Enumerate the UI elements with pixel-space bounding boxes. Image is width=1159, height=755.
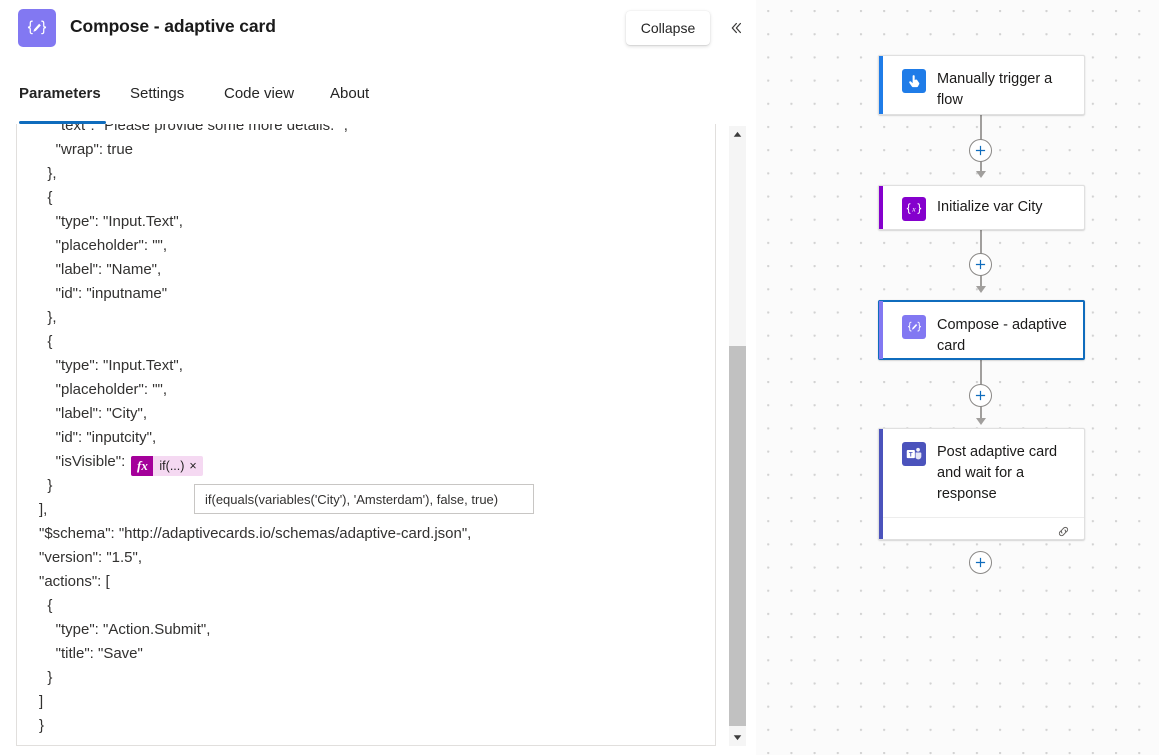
node-title: Manually trigger a flow [937,71,1053,108]
code-line: }, [39,165,57,182]
code-line: "label": "Name", [39,261,162,278]
node-row: T Post adaptive card and wait for a resp… [879,429,1084,517]
code-lines: "text": "Please provide some more detail… [17,124,715,738]
fx-icon: fx [131,456,154,476]
code-line: }, [39,309,57,326]
node-row: x Initialize var City [879,186,1084,231]
code-line: { [39,597,53,614]
node-accent-bar [879,56,883,114]
svg-text:x: x [911,205,916,214]
link-chain-icon[interactable] [1056,524,1071,544]
code-line: "label": "City", [39,405,147,422]
code-line: { [39,333,53,350]
node-accent-bar [879,301,883,359]
code-line: "wrap": true [39,141,134,158]
tab-label: Parameters [19,85,101,102]
variable-braces-x-icon: x [902,197,926,221]
code-line: "$schema": "http://adaptivecards.io/sche… [39,525,472,542]
json-code-editor[interactable]: "text": "Please provide some more detail… [16,124,716,746]
tab-label: Code view [224,85,295,102]
panel-tabs: Parameters Settings Code view About [0,84,756,124]
code-line: "actions": [ [39,573,110,590]
code-line: "id": "inputname" [39,285,168,302]
code-line: "version": "1.5", [39,549,143,566]
tab-label: Settings [130,85,185,102]
triangle-down-icon[interactable] [729,729,746,746]
scrollbar-thumb[interactable] [729,346,746,726]
flow-node-manually-trigger-a-flow[interactable]: Manually trigger a flow [878,55,1085,115]
manual-trigger-hand-icon [902,69,926,93]
page-title: Compose - adaptive card [70,16,276,36]
tab-code-view[interactable]: Code view [224,84,294,124]
code-line-text: "isVisible": [39,453,130,470]
node-row: Manually trigger a flow [879,56,1084,123]
node-row: Compose - adaptive card [880,302,1083,369]
node-title: Post adaptive card and wait for a respon… [937,444,1058,502]
add-step-button-2[interactable] [969,253,992,276]
details-panel: Compose - adaptive card Collapse Paramet… [0,0,756,755]
code-line: "placeholder": "", [39,381,168,398]
tab-about[interactable]: About [330,84,369,124]
code-line: "type": "Action.Submit", [39,621,211,638]
compose-braces-pencil-icon [18,9,56,47]
formula-tooltip: if(equals(variables('City'), 'Amsterdam'… [194,484,534,514]
code-scrollbar[interactable] [729,126,746,746]
code-line-isvisible: "isVisible": fx if(...) × [17,450,715,476]
formula-token-label: if(...) [159,459,185,473]
code-line: "text": "Please provide some more detail… [39,124,348,134]
panel-header: Compose - adaptive card Collapse [0,0,756,60]
arrowhead-2 [976,286,986,293]
app-root: Manually trigger a flow x Initialize var… [0,0,1159,755]
add-step-button-3[interactable] [969,384,992,407]
code-line: } [39,717,45,734]
code-line: "type": "Input.Text", [39,213,183,230]
code-line: { [39,189,53,206]
tab-label: About [330,85,370,102]
node-footer [879,517,1084,550]
node-title: Compose - adaptive card [937,317,1067,354]
formula-token[interactable]: fx if(...) × [131,456,203,476]
add-step-button-1[interactable] [969,139,992,162]
node-title: Initialize var City [937,199,1043,215]
tab-settings[interactable]: Settings [130,84,184,124]
node-accent-bar [879,186,883,229]
formula-token-remove-icon[interactable]: × [189,456,202,476]
code-line: "type": "Input.Text", [39,357,183,374]
code-line: "title": "Save" [39,645,143,662]
compose-braces-pencil-icon [902,315,926,339]
flow-node-post-adaptive-card-and-wait[interactable]: T Post adaptive card and wait for a resp… [878,428,1085,540]
microsoft-teams-icon: T [902,442,926,466]
tab-parameters[interactable]: Parameters [19,84,106,124]
flow-node-initialize-var-city[interactable]: x Initialize var City [878,185,1085,230]
node-accent-bar [879,429,883,539]
triangle-up-icon[interactable] [729,126,746,143]
arrowhead-3 [976,418,986,425]
code-line: } [39,669,53,686]
code-line: ] [39,693,44,710]
collapse-button[interactable]: Collapse [626,11,710,45]
add-step-button-4[interactable] [969,551,992,574]
chevron-double-left-icon[interactable] [722,15,748,41]
arrowhead-1 [976,171,986,178]
code-line: "placeholder": "", [39,237,168,254]
code-line: "id": "inputcity", [39,429,157,446]
flow-node-compose-adaptive-card[interactable]: Compose - adaptive card [878,300,1085,360]
svg-text:T: T [909,451,913,458]
